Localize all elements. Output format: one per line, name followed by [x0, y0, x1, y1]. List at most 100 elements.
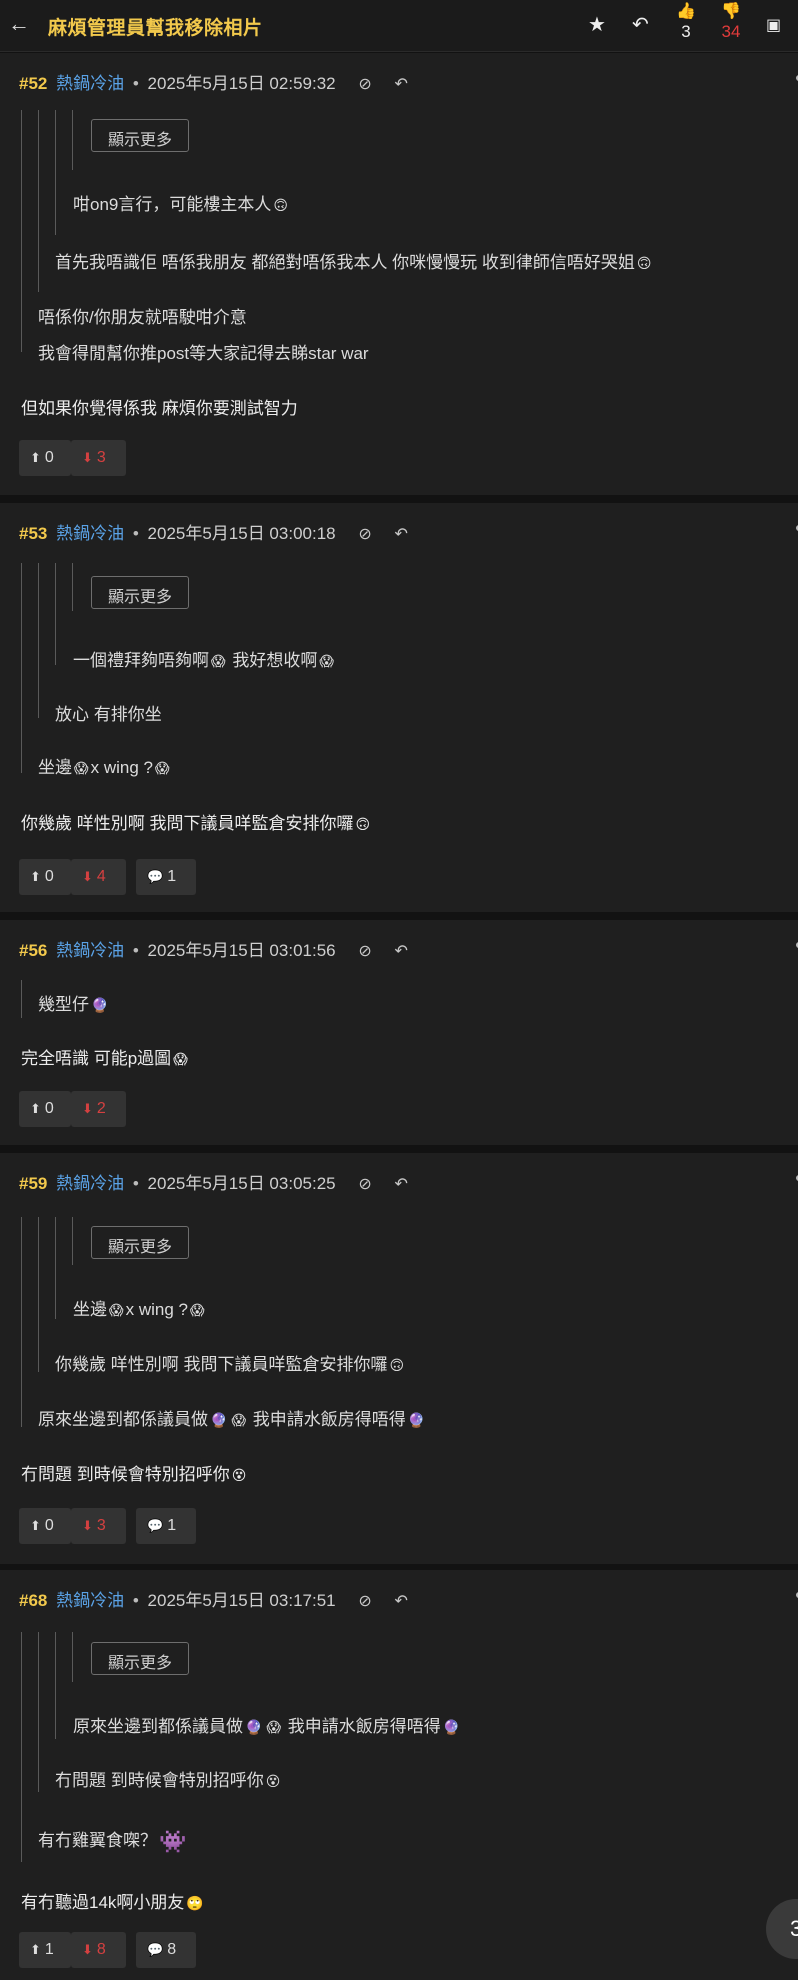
arrow-up-icon: ⬆: [30, 1101, 41, 1116]
post-number[interactable]: #52: [19, 74, 47, 93]
star-icon[interactable]: ★: [588, 12, 606, 37]
upvote-button[interactable]: ⬆ 0: [19, 1091, 71, 1127]
post-time: 2025年5月15日 03:17:51: [147, 1591, 336, 1610]
username[interactable]: 熱鍋冷油: [56, 74, 124, 93]
thumbs-down-icon: 👎: [721, 3, 741, 20]
emoticon-icon: 🔮: [407, 1412, 426, 1429]
quote-text: 原來坐邊到都係議員做 🔮 😱 我申請水飯房得唔得 🔮: [73, 1717, 461, 1736]
post-number[interactable]: #53: [19, 524, 47, 543]
emoticon-icon: 👾: [159, 1828, 187, 1854]
eye-off-icon[interactable]: ⊘: [358, 941, 371, 961]
downvote-button[interactable]: ⬇ 3: [71, 1508, 126, 1544]
emoticon-icon: 😱: [173, 1051, 188, 1068]
emoticon-icon: 😵: [231, 1467, 247, 1484]
quote-text: 有冇雞翼食㗎？👾: [38, 1828, 187, 1854]
reply-text: 但如果你覺得係我 麻煩你要測試智力: [21, 399, 298, 418]
show-more-button[interactable]: 顯示更多: [91, 119, 189, 152]
post-number[interactable]: #59: [19, 1174, 47, 1193]
post-number[interactable]: #56: [19, 941, 47, 960]
eye-off-icon[interactable]: ⊘: [358, 524, 371, 544]
reply-icon[interactable]: ↶: [395, 941, 408, 961]
username[interactable]: 熱鍋冷油: [56, 1174, 124, 1193]
comment-icon: 💬: [147, 1518, 164, 1533]
arrow-up-icon: ⬆: [30, 1942, 41, 1957]
post-59: #59 熱鍋冷油 • 2025年5月15日 03:05:25 ⊘ ↶ 顯示更多 …: [0, 1153, 798, 1564]
downvote-button[interactable]: ⬇ 4: [71, 859, 126, 895]
upvote-button[interactable]: ⬆ 0: [19, 859, 71, 895]
emoticon-icon: 🔮: [245, 1719, 263, 1736]
image-icon[interactable]: ▣: [766, 15, 781, 35]
emoticon-icon: 😱: [231, 1412, 247, 1429]
eye-off-icon[interactable]: ⊘: [358, 74, 371, 94]
thread-upvote-button[interactable]: 👍 3: [669, 2, 703, 42]
reply-text: 有冇聽過14k啊小朋友 🙄: [21, 1893, 204, 1912]
username[interactable]: 熱鍋冷油: [56, 1591, 124, 1610]
arrow-left-icon[interactable]: ←: [8, 11, 30, 37]
quote-bar: [72, 1632, 73, 1682]
upvote-button[interactable]: ⬆ 0: [19, 1508, 71, 1544]
show-more-button[interactable]: 顯示更多: [91, 576, 189, 609]
emoticon-icon: 😱: [74, 760, 89, 777]
username[interactable]: 熱鍋冷油: [56, 941, 124, 960]
reply-icon[interactable]: ↶: [395, 74, 408, 94]
post-number[interactable]: #68: [19, 1591, 47, 1610]
arrow-down-icon: ⬇: [82, 450, 93, 465]
quote-text: 你幾歲 咩性別啊 我問下議員咩監倉安排你囉 🙃: [55, 1355, 405, 1374]
emoticon-icon: 😱: [109, 1302, 124, 1319]
thread-upvote-count: 3: [681, 22, 691, 41]
arrow-up-icon: ⬆: [30, 869, 41, 884]
separator-dot: •: [132, 941, 139, 960]
quote-bar: [38, 563, 39, 718]
eye-off-icon[interactable]: ⊘: [358, 1591, 371, 1611]
post-header: #68 熱鍋冷油 • 2025年5月15日 03:17:51 ⊘ ↶: [19, 1586, 408, 1611]
show-more-button[interactable]: 顯示更多: [91, 1226, 189, 1259]
reply-icon[interactable]: ↶: [395, 1591, 408, 1611]
emoticon-icon: 🔮: [91, 997, 109, 1014]
reply-icon[interactable]: ↶: [632, 12, 649, 37]
post-52: #52 熱鍋冷油 • 2025年5月15日 02:59:32 ⊘ ↶ 顯示更多 …: [0, 53, 798, 495]
quote-text: 原來坐邊到都係議員做 🔮 😱 我申請水飯房得唔得 🔮: [38, 1410, 426, 1429]
quote-bar: [21, 1632, 22, 1862]
post-header: #52 熱鍋冷油 • 2025年5月15日 02:59:32 ⊘ ↶: [19, 69, 408, 94]
downvote-button[interactable]: ⬇ 3: [71, 440, 126, 476]
emoticon-icon: 🙃: [273, 197, 288, 214]
quote-bar: [55, 110, 56, 235]
quote-bar: [38, 1632, 39, 1792]
comments-button[interactable]: 💬 8: [136, 1932, 196, 1968]
post-time: 2025年5月15日 03:00:18: [147, 524, 336, 543]
quote-bar: [72, 1217, 73, 1265]
arrow-up-icon: ⬆: [30, 450, 41, 465]
emoticon-icon: 😱: [211, 653, 226, 670]
quote-bar: [72, 563, 73, 611]
show-more-button[interactable]: 顯示更多: [91, 1642, 189, 1675]
arrow-up-icon: ⬆: [30, 1518, 41, 1533]
quote-bar: [38, 1217, 39, 1372]
arrow-down-icon: ⬇: [82, 1942, 93, 1957]
reply-text: 你幾歲 咩性別啊 我問下議員咩監倉安排你囉 🙃: [21, 814, 371, 833]
separator-dot: •: [132, 74, 139, 93]
downvote-button[interactable]: ⬇ 2: [71, 1091, 126, 1127]
quote-bar: [55, 563, 56, 665]
comments-button[interactable]: 💬 1: [136, 1508, 196, 1544]
comment-icon: 💬: [147, 1942, 164, 1957]
eye-off-icon[interactable]: ⊘: [358, 1174, 371, 1194]
thread-downvote-button[interactable]: 👎 34: [714, 2, 748, 42]
upvote-button[interactable]: ⬆ 0: [19, 440, 71, 476]
reply-icon[interactable]: ↶: [395, 524, 408, 544]
comment-icon: 💬: [147, 869, 164, 884]
comments-button[interactable]: 💬 1: [136, 859, 196, 895]
quote-text: 幾型仔 🔮: [38, 995, 109, 1014]
emoticon-icon: 🔮: [210, 1412, 228, 1429]
username[interactable]: 熱鍋冷油: [56, 524, 124, 543]
quote-text: 坐邊 😱 x wing ? 😱: [38, 758, 170, 777]
arrow-down-icon: ⬇: [82, 1518, 93, 1533]
emoticon-icon: 🔮: [442, 1719, 461, 1736]
downvote-button[interactable]: ⬇ 8: [71, 1932, 126, 1968]
quote-text: 我會得閒幫你推post等大家記得去睇star war: [38, 344, 369, 363]
quote-bar: [21, 110, 22, 352]
quote-text: 放心 有排你坐: [55, 705, 162, 724]
quote-bar: [21, 980, 22, 1018]
reply-icon[interactable]: ↶: [395, 1174, 408, 1194]
quote-bar: [21, 1217, 22, 1427]
upvote-button[interactable]: ⬆ 1: [19, 1932, 71, 1968]
